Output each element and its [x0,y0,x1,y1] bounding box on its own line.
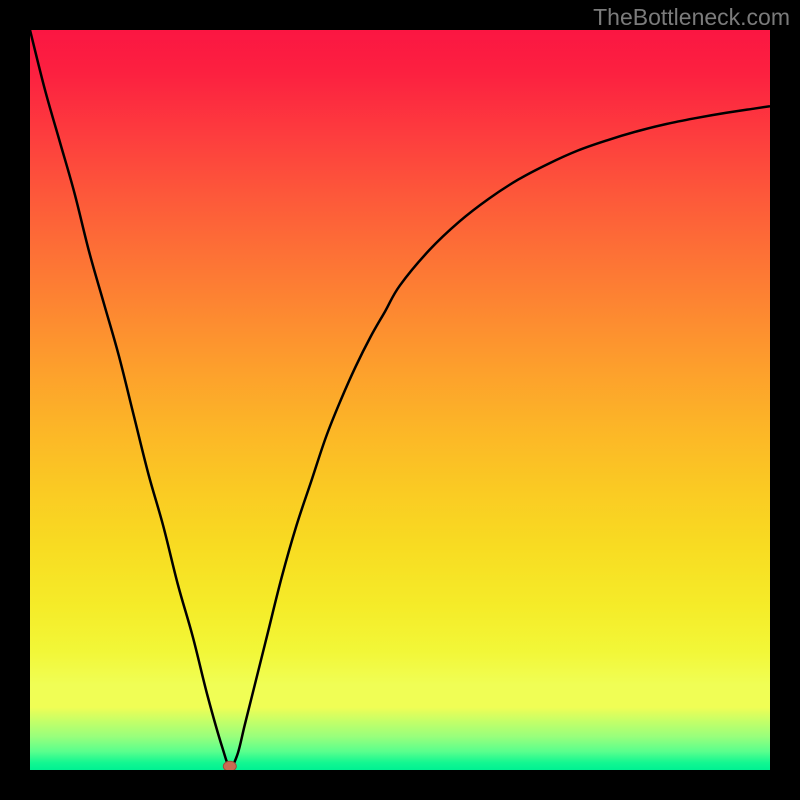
plot-area [30,30,770,770]
bottleneck-curve [30,30,770,767]
attribution-text: TheBottleneck.com [593,4,790,31]
chart-svg [30,30,770,770]
minimum-marker [223,761,236,770]
chart-frame: TheBottleneck.com [0,0,800,800]
